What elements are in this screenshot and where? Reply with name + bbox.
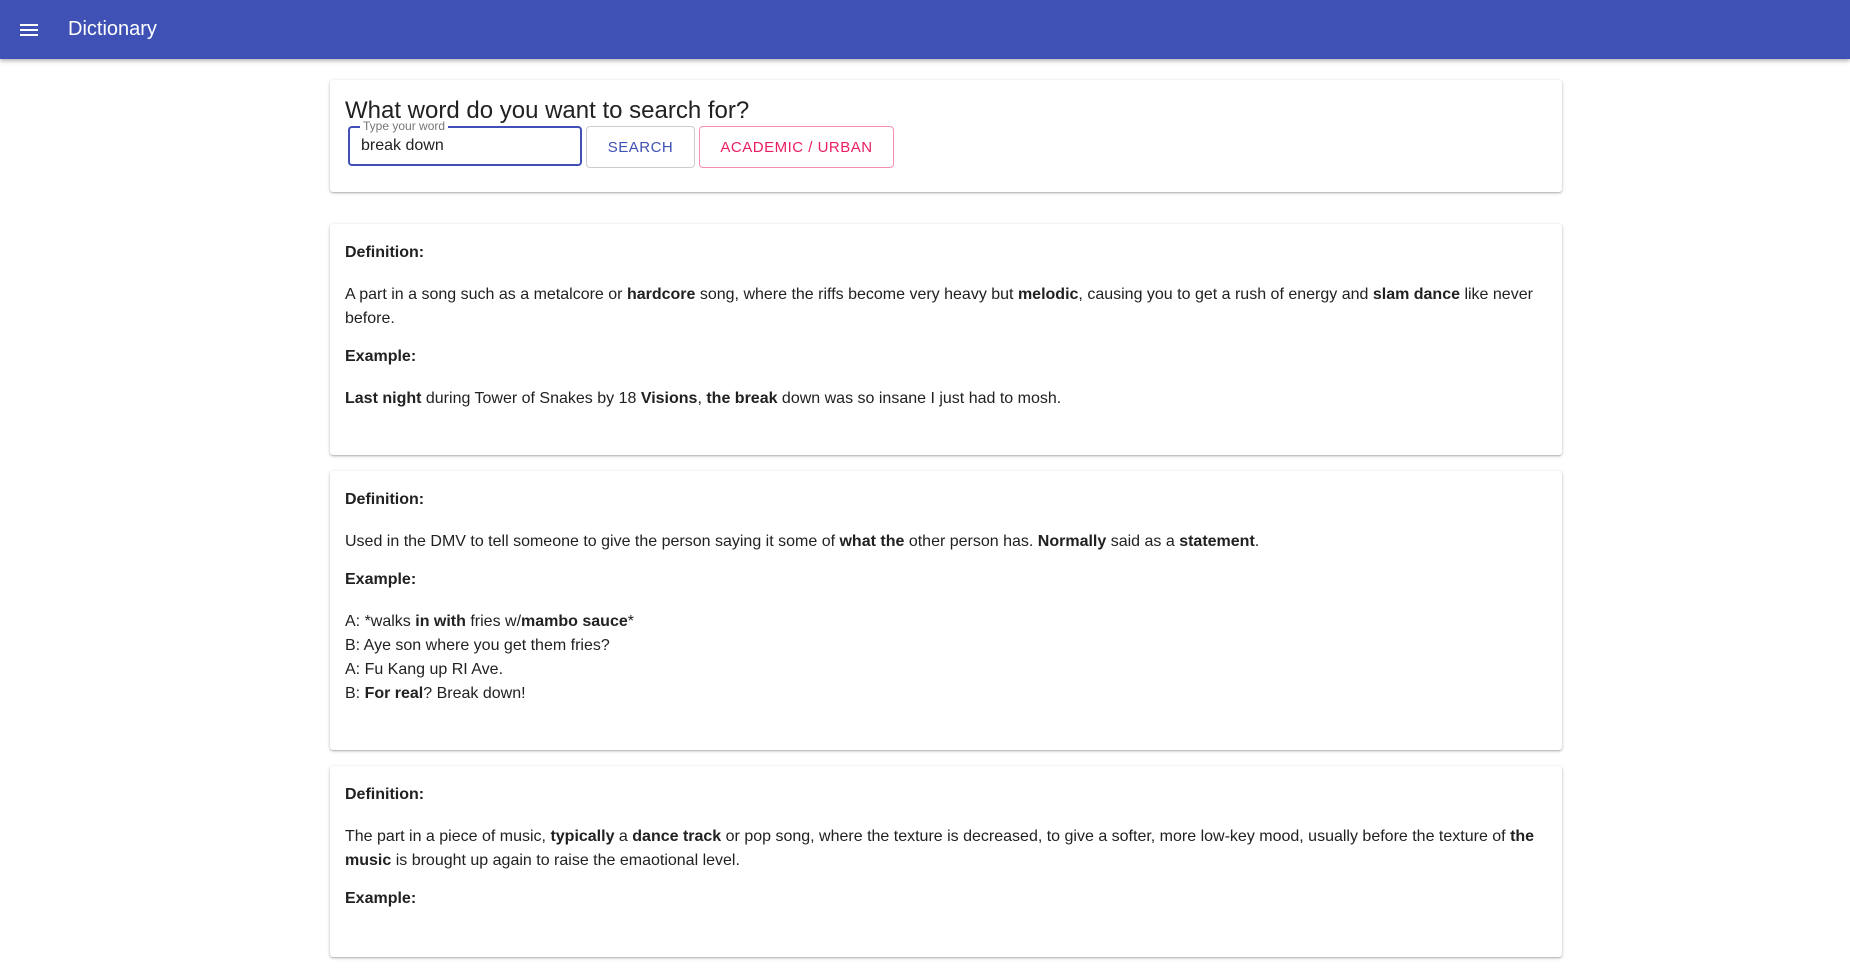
main-content: What word do you want to search for? Typ… <box>330 80 1562 973</box>
text-run: Used in the DMV to tell someone to give … <box>345 533 840 550</box>
definition-card: Definition: Used in the DMV to tell someo… <box>330 471 1562 750</box>
definition-text: The part in a piece of music, typically … <box>345 825 1547 873</box>
results-list: Definition: A part in a song such as a me… <box>330 224 1562 957</box>
definition-text: Used in the DMV to tell someone to give … <box>345 530 1547 554</box>
text-run: ? Break down! <box>423 685 526 702</box>
text-run: The part in a piece of music, <box>345 828 551 845</box>
app-title: Dictionary <box>68 18 157 40</box>
menu-button[interactable] <box>0 0 58 59</box>
text-run: fries w/ <box>465 613 522 630</box>
text-run: A part in a song such as a metalcore or <box>345 286 627 303</box>
example-text: A: *walks in with fries w/mambo sauce* B:… <box>345 610 1547 706</box>
definition-label: Definition: <box>345 491 425 508</box>
definition-label: Definition: <box>345 786 425 803</box>
example-line: B: Aye son where you get them fries? <box>345 634 1547 658</box>
text-run: during Tower of Snakes by 18 <box>421 390 641 407</box>
text-run: song, where the riffs become very heavy … <box>695 286 1018 303</box>
text-run: or pop song, where the texture is decrea… <box>721 828 1511 845</box>
search-row: Type your word Search Academic / Urban <box>345 119 1547 168</box>
highlighted-term: slam dance <box>1372 286 1460 303</box>
highlighted-term: dance track <box>632 828 722 845</box>
search-heading: What word do you want to search for? <box>345 97 750 124</box>
highlighted-term: in with <box>415 613 466 630</box>
app-toolbar: Dictionary <box>0 0 1850 59</box>
highlighted-term: For real <box>364 685 424 702</box>
text-run: * <box>627 613 634 630</box>
text-run: , causing you to get a rush of energy an… <box>1078 286 1373 303</box>
text-run: other person has. <box>904 533 1038 550</box>
highlighted-term: hardcore <box>626 286 696 303</box>
highlighted-term: Normally <box>1037 533 1107 550</box>
text-run: A: Fu Kang up RI Ave. <box>345 661 504 678</box>
highlighted-term: typically <box>550 828 615 845</box>
menu-icon <box>20 23 38 36</box>
example-label: Example: <box>345 571 417 588</box>
definition-card: Definition: The part in a piece of music,… <box>330 766 1562 957</box>
example-text: Last night during Tower of Snakes by 18 … <box>345 387 1547 411</box>
highlighted-term: Last night <box>345 390 422 407</box>
highlighted-term: Visions <box>640 390 698 407</box>
highlighted-term: melodic <box>1017 286 1079 303</box>
text-run: , <box>697 390 707 407</box>
search-field-label: Type your word <box>360 119 449 133</box>
text-run: is brought up again to raise the emaotio… <box>391 852 740 869</box>
academic-urban-button[interactable]: Academic / Urban <box>699 126 894 168</box>
highlighted-term: what the <box>839 533 905 550</box>
text-run: said as a <box>1106 533 1180 550</box>
example-line: B: For real? Break down! <box>345 682 1547 706</box>
example-line: A: *walks in with fries w/mambo sauce* <box>345 610 1547 634</box>
text-run: down was so insane I just had to mosh. <box>777 390 1062 407</box>
highlighted-term: the break <box>706 390 778 407</box>
highlighted-term: mambo sauce <box>521 613 628 630</box>
search-field: Type your word <box>348 119 582 166</box>
text-run: . <box>1254 533 1260 550</box>
example-label: Example: <box>345 890 417 907</box>
text-run: a <box>614 828 633 845</box>
search-card: What word do you want to search for? Typ… <box>330 80 1562 192</box>
highlighted-term: statement <box>1179 533 1255 550</box>
example-line: Last night during Tower of Snakes by 18 … <box>345 387 1547 411</box>
definition-card: Definition: A part in a song such as a me… <box>330 224 1562 455</box>
example-line: A: Fu Kang up RI Ave. <box>345 658 1547 682</box>
text-run: A: *walks <box>345 613 416 630</box>
search-button[interactable]: Search <box>586 126 695 168</box>
definition-label: Definition: <box>345 244 425 261</box>
definition-text: A part in a song such as a metalcore or … <box>345 283 1547 331</box>
text-run: B: Aye son where you get them fries? <box>345 637 610 654</box>
example-label: Example: <box>345 348 417 365</box>
search-input[interactable] <box>350 128 580 164</box>
text-run: B: <box>345 685 365 702</box>
